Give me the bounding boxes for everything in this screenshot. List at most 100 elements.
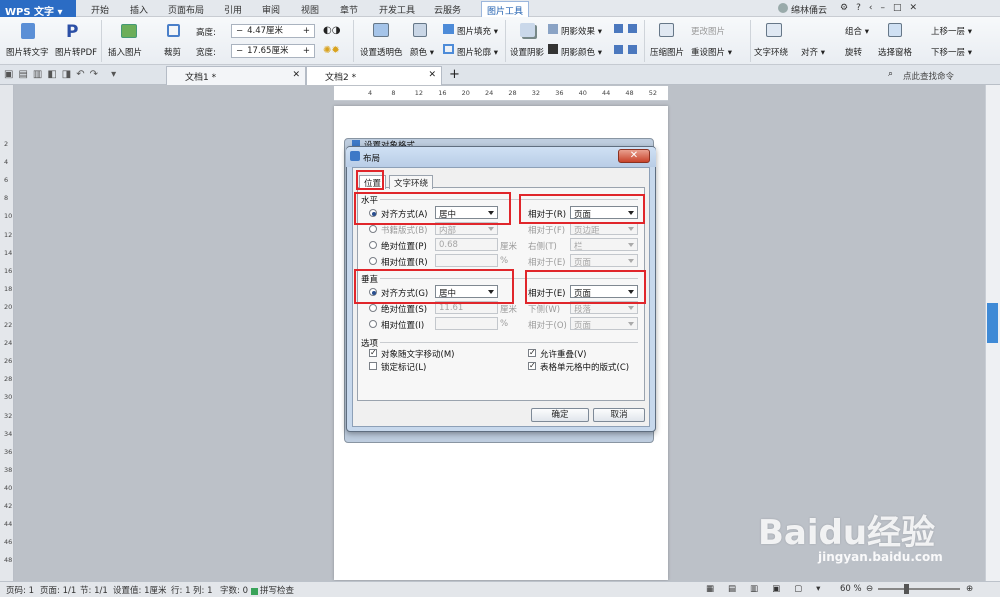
zoom-out-icon[interactable]: ⊖ [866, 584, 873, 594]
pic-to-text-button[interactable]: 图片转文字 [6, 46, 49, 58]
h-absolute-right-select[interactable]: 栏 [570, 238, 638, 252]
text-wrap-button[interactable]: 文字环绕 [754, 46, 788, 58]
brightness-icon[interactable]: ✺✹ [323, 45, 340, 56]
h-absolute-input[interactable]: 0.68 [435, 238, 498, 251]
reset-pic-button[interactable]: 重设图片 ▾ [691, 46, 732, 58]
shadow-color-icon [548, 44, 558, 54]
compress-button[interactable]: 压缩图片 [650, 46, 684, 58]
zoom-slider[interactable] [878, 588, 960, 590]
zoom-in-icon[interactable]: ⊕ [966, 584, 973, 594]
wps-logo[interactable]: WPS 文字 ▾ [0, 0, 76, 18]
menu-cloud[interactable]: 云服务 [434, 3, 461, 16]
dialog-app-icon [350, 151, 360, 161]
nudge-right-icon[interactable] [628, 45, 637, 54]
change-pic-button[interactable]: 更改图片 [691, 25, 725, 37]
spell-check-icon [251, 588, 258, 595]
window-controls[interactable]: ⚙?‹–□✕ [840, 3, 925, 13]
tab-doc2[interactable]: 文档2 * ✕ [306, 66, 442, 85]
cancel-button[interactable]: 取消 [593, 408, 645, 422]
height-stepper[interactable]: −4.47厘米 + [231, 24, 315, 38]
v-relative-pos-input[interactable] [435, 317, 498, 330]
h-relative-pos-radio[interactable] [369, 257, 377, 265]
ruler-tick-label: 42 [4, 502, 13, 510]
group-button[interactable]: 组合 ▾ [845, 25, 869, 37]
width-stepper[interactable]: −17.65厘米 + [231, 44, 315, 58]
close-tab-icon[interactable]: ✕ [428, 70, 436, 80]
tab-doc1[interactable]: 文档1 * ✕ [166, 66, 306, 85]
ruler-tick-label: 4 [4, 158, 9, 167]
v-absolute-radio[interactable] [369, 304, 377, 312]
pic-outline-button[interactable]: 图片轮廓 ▾ [457, 46, 498, 58]
nudge-down-icon[interactable] [628, 24, 637, 33]
crop-button[interactable]: 裁剪 [164, 46, 181, 58]
v-relative-pos-rel-value: 页面 [574, 321, 592, 331]
allow-overlap-checkbox[interactable]: ✓ [528, 349, 536, 357]
menu-reference[interactable]: 引用 [224, 3, 242, 16]
align-button[interactable]: 对齐 ▾ [801, 46, 825, 58]
set-shadow-button[interactable]: 设置阴影 [510, 46, 544, 58]
ruler-tick-label: 36 [555, 89, 564, 97]
select-pane-button[interactable]: 选择窗格 [878, 46, 912, 58]
new-tab-icon[interactable]: + [449, 67, 460, 82]
h-absolute-right-value: 栏 [574, 242, 583, 252]
pic-to-pdf-button[interactable]: 图片转PDF [55, 46, 97, 58]
quick-access-toolbar[interactable]: ▣▤▥◧◨↶↷ ▾ [4, 69, 121, 80]
search-icon[interactable]: ⌕ [888, 69, 893, 79]
h-absolute-radio[interactable] [369, 241, 377, 249]
status-section: 节: 1/1 [80, 586, 108, 596]
ok-button[interactable]: 确定 [531, 408, 589, 422]
shadow-effect-label: 阴影效果 [561, 27, 596, 37]
send-backward-button[interactable]: 下移一层 ▾ [931, 46, 972, 58]
set-transparent-button[interactable]: 设置透明色 [360, 46, 403, 58]
status-setting: 设置值: 1厘米 [113, 586, 167, 596]
color-icon [413, 23, 427, 37]
menu-picture-tools[interactable]: 图片工具 [481, 1, 530, 17]
dialog-close-button[interactable]: ✕ [618, 149, 650, 163]
menu-chapter[interactable]: 章节 [340, 3, 358, 16]
ruler-tick-label: 48 [625, 89, 634, 97]
lock-anchor-checkbox[interactable] [369, 362, 377, 370]
h-relative-pos-input[interactable] [435, 254, 498, 267]
ruler-tick-label: 32 [4, 411, 13, 420]
shadow-color-button[interactable]: 阴影颜色 ▾ [561, 46, 602, 58]
width-value: 17.65厘米 [247, 46, 289, 56]
pic-fill-label: 图片填充 [457, 27, 492, 37]
account-name[interactable]: 绵林俑云 [791, 3, 827, 16]
v-relative-pos-radio[interactable] [369, 320, 377, 328]
insert-picture-button[interactable]: 插入图片 [108, 46, 142, 58]
h-book-label: 书籍版式(B) [381, 226, 428, 236]
rotate-button[interactable]: 旋转 [845, 46, 862, 58]
ruler-tick-label: 6 [4, 176, 9, 185]
shadow-effect-button[interactable]: 阴影效果 ▾ [561, 25, 602, 37]
bring-forward-button[interactable]: 上移一层 ▾ [931, 25, 972, 37]
v-absolute-below-label: 下侧(W) [528, 305, 561, 315]
h-relative-pos-rel-label: 相对于(E) [528, 258, 566, 268]
command-search-input[interactable]: 点此查找命令 [903, 70, 954, 82]
menu-review[interactable]: 审阅 [262, 3, 280, 16]
move-with-text-checkbox[interactable]: ✓ [369, 349, 377, 357]
layout-in-table-checkbox[interactable]: ✓ [528, 362, 536, 370]
zoom-slider-thumb[interactable] [904, 584, 909, 594]
view-mode-buttons[interactable]: ▦▤▥▣▢▾ [706, 584, 834, 594]
pic-fill-button[interactable]: 图片填充 ▾ [457, 25, 498, 37]
chevron-down-icon [628, 259, 634, 263]
ruler-tick-label: 22 [4, 321, 13, 329]
menu-start[interactable]: 开始 [91, 3, 109, 16]
send-backward-label: 下移一层 [931, 48, 966, 58]
v-relative-pos-rel-select[interactable]: 页面 [570, 317, 638, 331]
nudge-left-icon[interactable] [614, 45, 623, 54]
menu-insert[interactable]: 插入 [130, 3, 148, 16]
contrast-icon[interactable]: ◐◑ [323, 25, 340, 36]
menu-view[interactable]: 视图 [301, 3, 319, 16]
tab-text-wrap[interactable]: 文字环绕 [389, 175, 434, 189]
menu-developer[interactable]: 开发工具 [379, 3, 415, 16]
menu-page-layout[interactable]: 页面布局 [168, 3, 204, 16]
scrollbar-thumb[interactable] [987, 303, 998, 343]
nudge-up-icon[interactable] [614, 24, 623, 33]
ruler-tick-label: 8 [4, 194, 9, 203]
h-book-radio[interactable] [369, 225, 377, 233]
h-relative-pos-rel-select[interactable]: 页面 [570, 254, 638, 268]
close-tab-icon[interactable]: ✕ [292, 70, 300, 80]
spell-check-button[interactable]: 拼写检查 [260, 584, 294, 596]
color-button[interactable]: 颜色 ▾ [410, 46, 434, 58]
